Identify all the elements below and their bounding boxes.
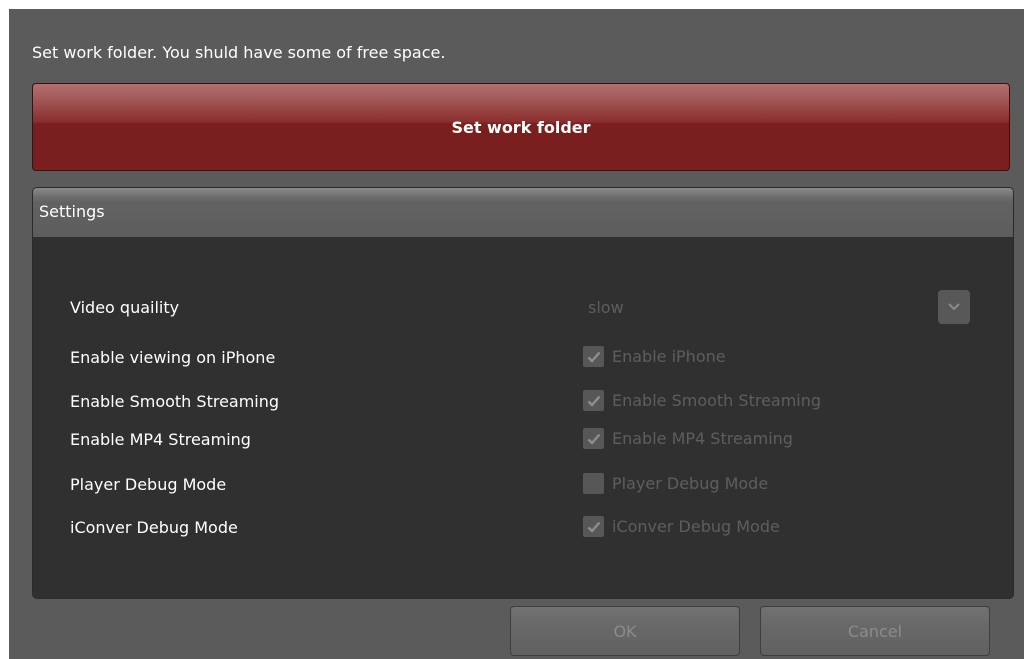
checkbox-box[interactable]	[583, 346, 604, 367]
checkmark-icon	[587, 521, 600, 533]
option-label-mp4-streaming: Enable MP4 Streaming	[70, 430, 251, 449]
checkbox-enable-mp4-streaming[interactable]: Enable MP4 Streaming	[583, 428, 793, 449]
checkbox-enable-iphone[interactable]: Enable iPhone	[583, 346, 726, 367]
option-label-iphone: Enable viewing on iPhone	[70, 348, 276, 367]
checkbox-enable-smooth-streaming[interactable]: Enable Smooth Streaming	[583, 390, 821, 411]
checkbox-label: iConver Debug Mode	[612, 517, 780, 536]
checkbox-iconver-debug-mode[interactable]: iConver Debug Mode	[583, 516, 780, 537]
checkmark-icon	[587, 433, 600, 445]
checkbox-box[interactable]	[583, 516, 604, 537]
settings-header: Settings	[33, 188, 1013, 237]
instruction-text: Set work folder. You shuld have some of …	[32, 43, 446, 62]
cancel-button[interactable]: Cancel	[760, 606, 990, 656]
checkbox-label: Enable Smooth Streaming	[612, 391, 822, 410]
option-label-smooth-streaming: Enable Smooth Streaming	[70, 392, 280, 411]
option-label-player-debug: Player Debug Mode	[70, 475, 227, 494]
settings-title: Settings	[39, 202, 105, 221]
checkbox-label: Enable iPhone	[612, 347, 726, 366]
video-quality-dropdown-button[interactable]	[938, 290, 970, 324]
video-quality-value[interactable]: slow	[588, 298, 624, 317]
ok-button[interactable]: OK	[510, 606, 740, 656]
checkbox-label: Enable MP4 Streaming	[612, 429, 793, 448]
settings-panel: Settings Video quaility slow Enable view…	[32, 187, 1014, 599]
checkbox-box[interactable]	[583, 428, 604, 449]
video-quality-label: Video quaility	[70, 298, 180, 317]
set-work-folder-button[interactable]: Set work folder	[32, 83, 1010, 171]
checkmark-icon	[587, 395, 600, 407]
chevron-down-icon	[948, 303, 960, 311]
option-label-iconver-debug: iConver Debug Mode	[70, 518, 238, 537]
settings-dialog: Set work folder. You shuld have some of …	[9, 9, 1024, 659]
checkbox-player-debug-mode[interactable]: Player Debug Mode	[583, 473, 768, 494]
checkmark-icon	[587, 351, 600, 363]
checkbox-label: Player Debug Mode	[612, 474, 769, 493]
checkbox-box[interactable]	[583, 390, 604, 411]
settings-body: Video quaility slow Enable viewing on iP…	[33, 237, 1013, 598]
checkbox-box[interactable]	[583, 473, 604, 494]
